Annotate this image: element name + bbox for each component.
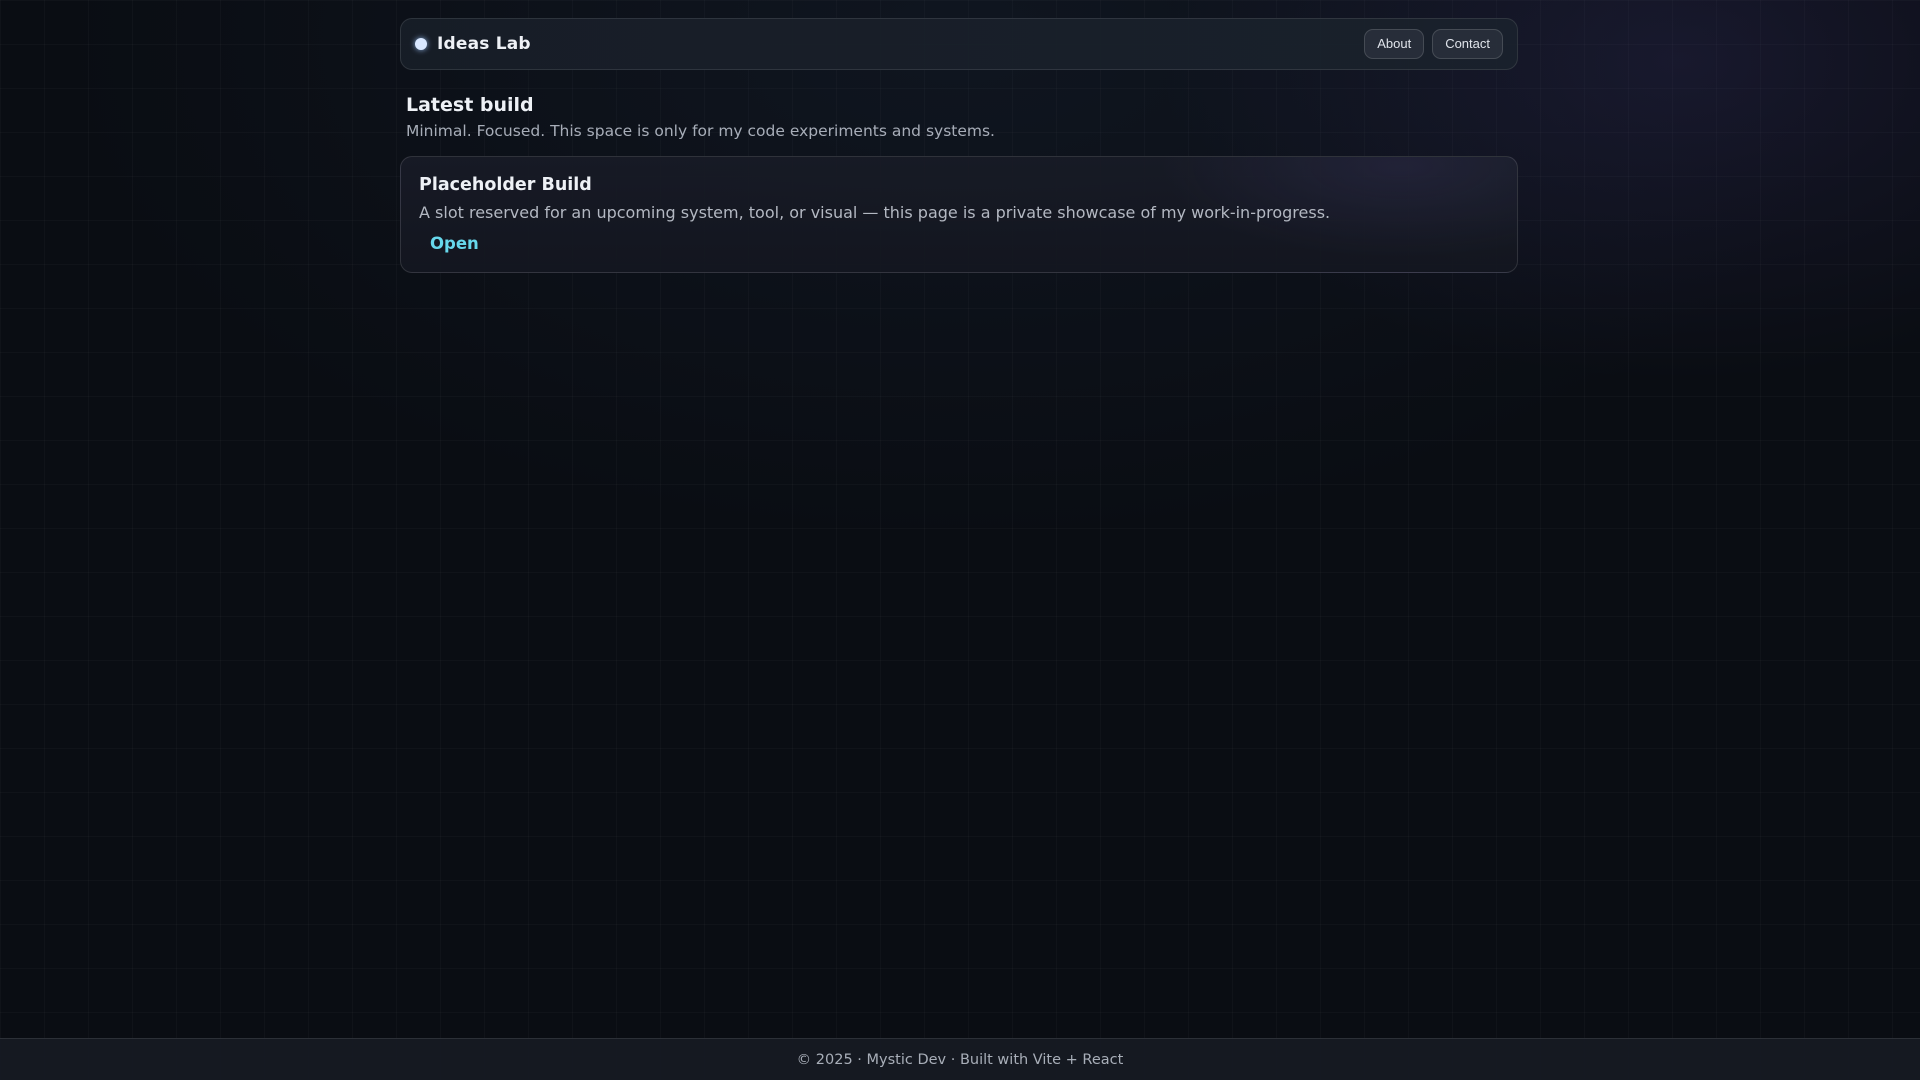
section-title: Latest build xyxy=(406,94,534,116)
section-subtitle: Minimal. Focused. This space is only for… xyxy=(406,122,995,140)
status-dot-icon xyxy=(415,38,427,50)
card-description: A slot reserved for an upcoming system, … xyxy=(419,203,1331,222)
top-nav-bar: Ideas Lab About Contact xyxy=(400,18,1518,70)
footer: © 2025 · Mystic Dev · Built with Vite + … xyxy=(0,1038,1920,1080)
brand[interactable]: Ideas Lab xyxy=(415,34,531,54)
build-card: Placeholder Build A slot reserved for an… xyxy=(400,156,1518,273)
card-title: Placeholder Build xyxy=(419,175,592,195)
footer-text: © 2025 · Mystic Dev · Built with Vite + … xyxy=(796,1051,1124,1068)
open-link[interactable]: Open xyxy=(430,233,479,255)
nav-links: About Contact xyxy=(1364,29,1503,59)
latest-build-section: Latest build Minimal. Focused. This spac… xyxy=(406,92,1506,142)
brand-name: Ideas Lab xyxy=(437,34,531,54)
contact-button[interactable]: Contact xyxy=(1432,29,1503,59)
about-button[interactable]: About xyxy=(1364,29,1425,59)
